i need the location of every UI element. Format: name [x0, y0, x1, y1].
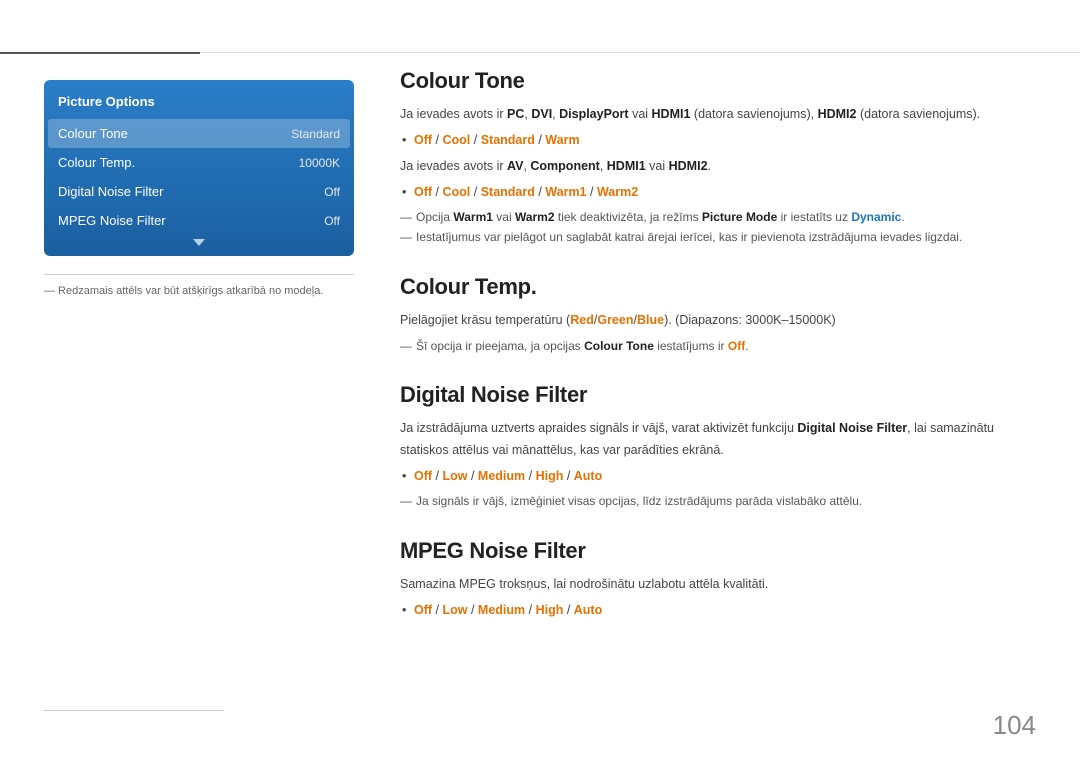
left-panel: Picture Options Colour Tone Standard Col…	[44, 80, 354, 297]
bullet-item: Off / Cool / Standard / Warm1 / Warm2	[400, 182, 1036, 203]
section-body-colour-tone: Ja ievades avots ir PC, DVI, DisplayPort…	[400, 104, 1036, 248]
dash-item: Šī opcija ir pieejama, ja opcijas Colour…	[400, 336, 1036, 356]
menu-item-label: Colour Temp.	[58, 155, 135, 170]
panel-divider	[44, 274, 354, 275]
chevron-down-icon	[193, 239, 205, 246]
bullet-item: Off / Low / Medium / High / Auto	[400, 600, 1036, 621]
menu-item-label: Digital Noise Filter	[58, 184, 163, 199]
section-colour-temp: Colour Temp. Pielāgojiet krāsu temperatū…	[400, 274, 1036, 357]
right-content: Colour Tone Ja ievades avots ir PC, DVI,…	[400, 68, 1036, 647]
colour-tone-dashes: Opcija Warm1 vai Warm2 tiek deaktivizēta…	[400, 207, 1036, 248]
menu-item-colour-tone[interactable]: Colour Tone Standard	[48, 119, 350, 148]
digital-noise-para1: Ja izstrādājuma uztverts apraides signāl…	[400, 418, 1036, 461]
colour-tone-para2: Ja ievades avots ir AV, Component, HDMI1…	[400, 156, 1036, 177]
dash-item: Iestatījumus var pielāgot un saglabāt ka…	[400, 227, 1036, 247]
colour-tone-bullets2: Off / Cool / Standard / Warm1 / Warm2	[400, 182, 1036, 203]
menu-scroll-arrow	[44, 235, 354, 248]
section-mpeg-noise: MPEG Noise Filter Samazina MPEG troksņus…	[400, 538, 1036, 622]
section-body-mpeg-noise: Samazina MPEG troksņus, lai nodrošinātu …	[400, 574, 1036, 622]
menu-item-mpeg-noise[interactable]: MPEG Noise Filter Off	[44, 206, 354, 235]
top-accent-line	[0, 52, 200, 54]
colour-tone-para1: Ja ievades avots ir PC, DVI, DisplayPort…	[400, 104, 1036, 125]
mpeg-noise-bullets: Off / Low / Medium / High / Auto	[400, 600, 1036, 621]
menu-item-colour-temp[interactable]: Colour Temp. 10000K	[44, 148, 354, 177]
bullet-item: Off / Cool / Standard / Warm	[400, 130, 1036, 151]
bottom-divider	[44, 710, 224, 711]
section-colour-tone: Colour Tone Ja ievades avots ir PC, DVI,…	[400, 68, 1036, 248]
picture-options-title: Picture Options	[44, 94, 354, 119]
menu-item-value: 10000K	[299, 156, 340, 170]
bullet-item: Off / Low / Medium / High / Auto	[400, 466, 1036, 487]
section-title-mpeg-noise: MPEG Noise Filter	[400, 538, 1036, 564]
panel-note: — Redzamais attēls var būt atšķirīgs atk…	[44, 285, 354, 297]
menu-item-label: MPEG Noise Filter	[58, 213, 166, 228]
dash-item: Opcija Warm1 vai Warm2 tiek deaktivizēta…	[400, 207, 1036, 227]
menu-item-label: Colour Tone	[58, 126, 128, 141]
colour-tone-bullets1: Off / Cool / Standard / Warm	[400, 130, 1036, 151]
colour-temp-dashes: Šī opcija ir pieejama, ja opcijas Colour…	[400, 336, 1036, 356]
section-digital-noise: Digital Noise Filter Ja izstrādājuma uzt…	[400, 382, 1036, 511]
mpeg-noise-para1: Samazina MPEG troksņus, lai nodrošinātu …	[400, 574, 1036, 595]
section-title-digital-noise: Digital Noise Filter	[400, 382, 1036, 408]
menu-item-value: Off	[324, 214, 340, 228]
menu-item-digital-noise[interactable]: Digital Noise Filter Off	[44, 177, 354, 206]
digital-noise-bullets: Off / Low / Medium / High / Auto	[400, 466, 1036, 487]
colour-temp-para1: Pielāgojiet krāsu temperatūru (Red/Green…	[400, 310, 1036, 331]
menu-item-value: Standard	[291, 127, 340, 141]
section-body-digital-noise: Ja izstrādājuma uztverts apraides signāl…	[400, 418, 1036, 511]
digital-noise-dashes: Ja signāls ir vājš, izmēģiniet visas opc…	[400, 491, 1036, 511]
picture-options-box: Picture Options Colour Tone Standard Col…	[44, 80, 354, 256]
section-title-colour-tone: Colour Tone	[400, 68, 1036, 94]
dash-item: Ja signāls ir vājš, izmēģiniet visas opc…	[400, 491, 1036, 511]
section-title-colour-temp: Colour Temp.	[400, 274, 1036, 300]
menu-item-value: Off	[324, 185, 340, 199]
section-body-colour-temp: Pielāgojiet krāsu temperatūru (Red/Green…	[400, 310, 1036, 357]
page-number: 104	[993, 710, 1036, 741]
